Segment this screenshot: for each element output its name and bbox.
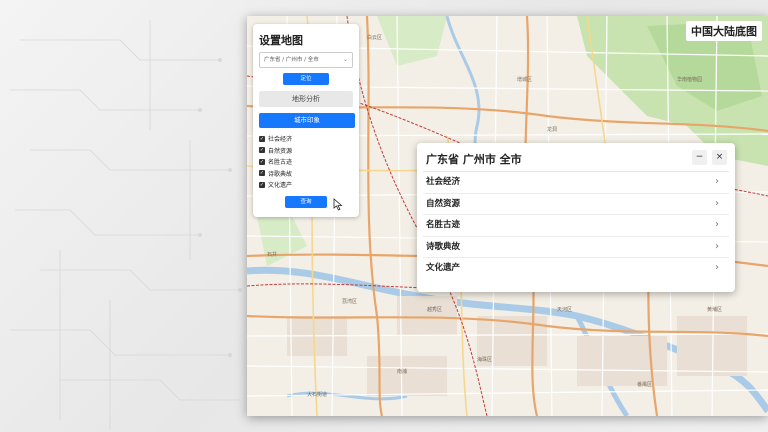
card-row-label: 诗歌典故 — [426, 241, 461, 252]
terrain-analysis-button[interactable]: 地形分析 — [259, 91, 353, 107]
card-row-poetry-allusions[interactable]: 诗歌典故 › — [423, 237, 729, 258]
chevron-right-icon: › — [715, 262, 719, 273]
checkbox-row-scenic-sites[interactable]: ✓ 名胜古迹 — [259, 156, 353, 168]
region-select-value: 广东省 / 广州市 / 全市 — [264, 57, 319, 63]
checkbox-label: 诗歌典故 — [268, 170, 293, 178]
card-title: 广东省 广州市 全市 — [426, 153, 522, 166]
chevron-right-icon: › — [715, 176, 719, 187]
map-label: 荔湾区 — [342, 299, 358, 305]
city-impression-button[interactable]: 城市印象 — [259, 113, 355, 128]
mouse-pointer-icon — [333, 198, 343, 211]
locate-button[interactable]: 定位 — [283, 73, 329, 85]
checkbox-checked-icon[interactable]: ✓ — [259, 147, 265, 154]
chevron-right-icon: › — [715, 197, 719, 209]
card-row-label: 社会经济 — [426, 177, 461, 187]
map-label: 石井 — [267, 252, 278, 258]
checkbox-label: 社会经济 — [268, 136, 293, 144]
card-row-social-economy[interactable]: 社会经济 › — [423, 172, 729, 194]
map-label: 海珠区 — [477, 357, 493, 363]
map-label: 大石街道 — [307, 392, 328, 398]
card-header: 广东省 广州市 全市 − × — [423, 143, 729, 172]
base-map-title: 中国大陆底图 — [686, 21, 762, 41]
checkbox-label: 文化遗产 — [268, 182, 293, 190]
minimize-button[interactable]: − — [692, 150, 707, 165]
checkbox-label: 名胜古迹 — [268, 159, 293, 167]
chevron-right-icon: › — [715, 240, 719, 252]
card-row-natural-resources[interactable]: 自然资源 › — [423, 194, 729, 215]
card-row-label: 名胜古迹 — [426, 220, 461, 230]
checkbox-row-poetry-allusions[interactable]: ✓ 诗歌典故 — [259, 168, 353, 180]
close-button[interactable]: × — [712, 150, 727, 165]
region-select[interactable]: 广东省 / 广州市 / 全市 ⌄ — [259, 52, 353, 68]
map-label: 黄埔区 — [707, 307, 723, 313]
map-label: 增城区 — [517, 77, 533, 83]
map-label: 南浦 — [397, 369, 408, 375]
card-row-cultural-heritage[interactable]: 文化遗产 › — [423, 258, 729, 279]
chevron-right-icon: › — [715, 219, 719, 230]
region-info-card: 广东省 广州市 全市 − × 社会经济 › 自然资源 › 名胜古迹 › 诗歌典故… — [417, 143, 735, 292]
panel-title: 设置地图 — [259, 34, 303, 47]
settings-panel: 设置地图 广东省 / 广州市 / 全市 ⌄ 定位 地形分析 城市印象 ✓ 社会经… — [253, 24, 359, 217]
checkbox-checked-icon[interactable]: ✓ — [259, 181, 265, 188]
map-window[interactable]: 白云区 增城区 华南植物园 龙洞 石井 荔湾区 越秀区 天河区 黄埔区 海珠区 … — [247, 16, 768, 416]
checkbox-row-natural-resources[interactable]: ✓ 自然资源 — [259, 145, 353, 157]
checkbox-label: 自然资源 — [268, 147, 293, 155]
query-button[interactable]: 查询 — [285, 195, 327, 208]
checkbox-checked-icon[interactable]: ✓ — [259, 135, 265, 142]
map-label: 白云区 — [367, 35, 383, 41]
map-label: 越秀区 — [427, 307, 443, 313]
card-row-label: 文化遗产 — [426, 263, 461, 273]
card-row-scenic-sites[interactable]: 名胜古迹 › — [423, 215, 729, 237]
category-checklist: ✓ 社会经济 ✓ 自然资源 ✓ 名胜古迹 ✓ 诗歌典故 ✓ 文化遗产 — [259, 133, 353, 191]
chevron-down-icon: ⌄ — [342, 56, 348, 63]
map-label: 龙洞 — [547, 127, 558, 133]
checkbox-row-cultural-heritage[interactable]: ✓ 文化遗产 — [259, 179, 353, 191]
checkbox-checked-icon[interactable]: ✓ — [259, 170, 265, 177]
map-label: 天河区 — [557, 307, 573, 313]
map-label: 番禺区 — [637, 382, 653, 388]
checkbox-checked-icon[interactable]: ✓ — [259, 158, 265, 165]
card-row-label: 自然资源 — [426, 198, 461, 209]
checkbox-row-social-economy[interactable]: ✓ 社会经济 — [259, 133, 353, 145]
map-label: 华南植物园 — [677, 77, 703, 83]
